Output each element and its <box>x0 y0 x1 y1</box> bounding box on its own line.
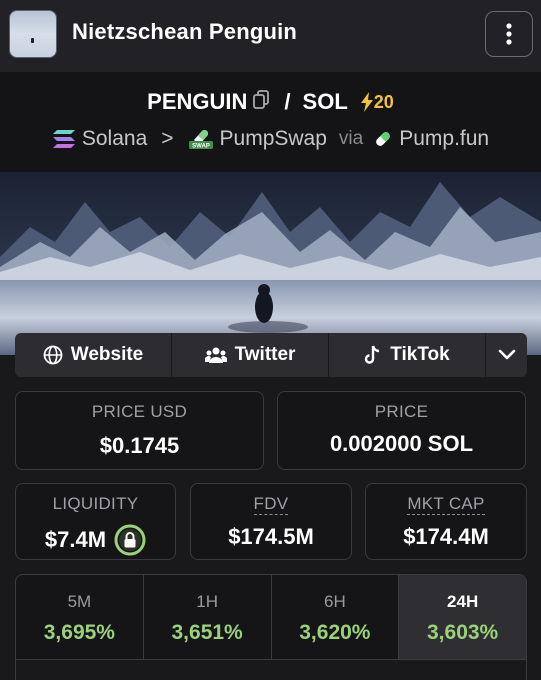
change-value: 3,620% <box>299 621 371 644</box>
pair-header: PENGUIN / SOL 20 Solana > SWAP PumpSwap … <box>0 72 541 172</box>
website-label: Website <box>70 344 144 365</box>
fdv-label[interactable]: FDV <box>253 494 289 515</box>
twitter-button[interactable]: Twitter <box>172 333 329 377</box>
mktcap-value: $174.4M <box>403 524 489 549</box>
website-button[interactable]: Website <box>15 333 172 377</box>
price-native-value: 0.002000 SOL <box>329 431 474 456</box>
price-usd-value: $0.1745 <box>99 433 180 458</box>
dex-link[interactable]: PumpSwap <box>220 127 327 151</box>
fdv-card: FDV $174.5M <box>190 483 352 560</box>
lightning-icon <box>360 92 373 112</box>
chevron-right-icon: > <box>161 127 174 150</box>
mktcap-card: MKT CAP $174.4M <box>365 483 527 560</box>
pair-line: PENGUIN / SOL 20 <box>0 89 541 115</box>
boost-badge[interactable]: 20 <box>360 92 394 113</box>
fdv-value: $174.5M <box>228 524 314 549</box>
tiktok-label: TikTok <box>390 344 450 365</box>
social-links-bar: Website Twitter TikTok <box>15 333 527 377</box>
users-icon <box>204 347 227 363</box>
twitter-label: Twitter <box>234 344 296 365</box>
token-banner-image <box>0 172 541 355</box>
boost-count: 20 <box>373 91 394 112</box>
tiktok-button[interactable]: TikTok <box>329 333 486 377</box>
pill-icon <box>373 129 393 149</box>
tab-24h[interactable]: 24H 3,603% <box>399 575 526 659</box>
price-native-card: PRICE 0.002000 SOL <box>277 391 526 470</box>
tab-label: 1H <box>196 592 218 611</box>
via-label: via <box>338 128 364 149</box>
copy-icon[interactable] <box>253 89 270 115</box>
solana-icon <box>52 129 76 149</box>
pumpswap-icon: SWAP <box>188 128 214 150</box>
tab-1h[interactable]: 1H 3,651% <box>144 575 272 659</box>
price-native-label: PRICE <box>374 402 429 421</box>
stats-panel-continuation <box>15 660 527 680</box>
quote-symbol: SOL <box>302 89 348 114</box>
tab-5m[interactable]: 5M 3,695% <box>16 575 144 659</box>
price-change-tabs: 5M 3,695% 1H 3,651% 6H 3,620% 24H 3,603% <box>15 574 527 660</box>
price-usd-card: PRICE USD $0.1745 <box>15 391 264 470</box>
dex-badge-text: SWAP <box>192 144 210 150</box>
base-symbol: PENGUIN <box>147 89 248 114</box>
change-value: 3,651% <box>171 621 243 644</box>
change-value: 3,603% <box>427 621 499 644</box>
globe-icon <box>43 345 63 365</box>
menu-button[interactable] <box>485 11 533 57</box>
lock-icon[interactable] <box>114 524 146 556</box>
liquidity-label: LIQUIDITY <box>52 494 139 513</box>
pair-separator: / <box>284 89 291 114</box>
chain-link[interactable]: Solana <box>82 127 147 151</box>
token-avatar <box>9 10 57 58</box>
tab-label: 6H <box>324 592 346 611</box>
route-breadcrumb: Solana > SWAP PumpSwap via Pump.fun <box>0 127 541 151</box>
liquidity-card: LIQUIDITY $7.4M <box>15 483 176 560</box>
change-value: 3,695% <box>43 621 115 644</box>
more-vertical-icon <box>506 23 512 45</box>
launchpad-link[interactable]: Pump.fun <box>399 127 489 151</box>
chevron-down-icon <box>498 349 515 360</box>
price-usd-label: PRICE USD <box>91 402 188 421</box>
mktcap-label[interactable]: MKT CAP <box>407 494 485 515</box>
top-bar: Nietzschean Penguin <box>0 0 541 72</box>
page-title: Nietzschean Penguin <box>72 19 298 44</box>
tiktok-icon <box>365 345 380 364</box>
tab-label: 24H <box>447 592 479 611</box>
liquidity-value: $7.4M <box>44 527 107 552</box>
more-links-button[interactable] <box>486 333 527 377</box>
tab-6h[interactable]: 6H 3,620% <box>272 575 400 659</box>
tab-label: 5M <box>67 592 92 611</box>
